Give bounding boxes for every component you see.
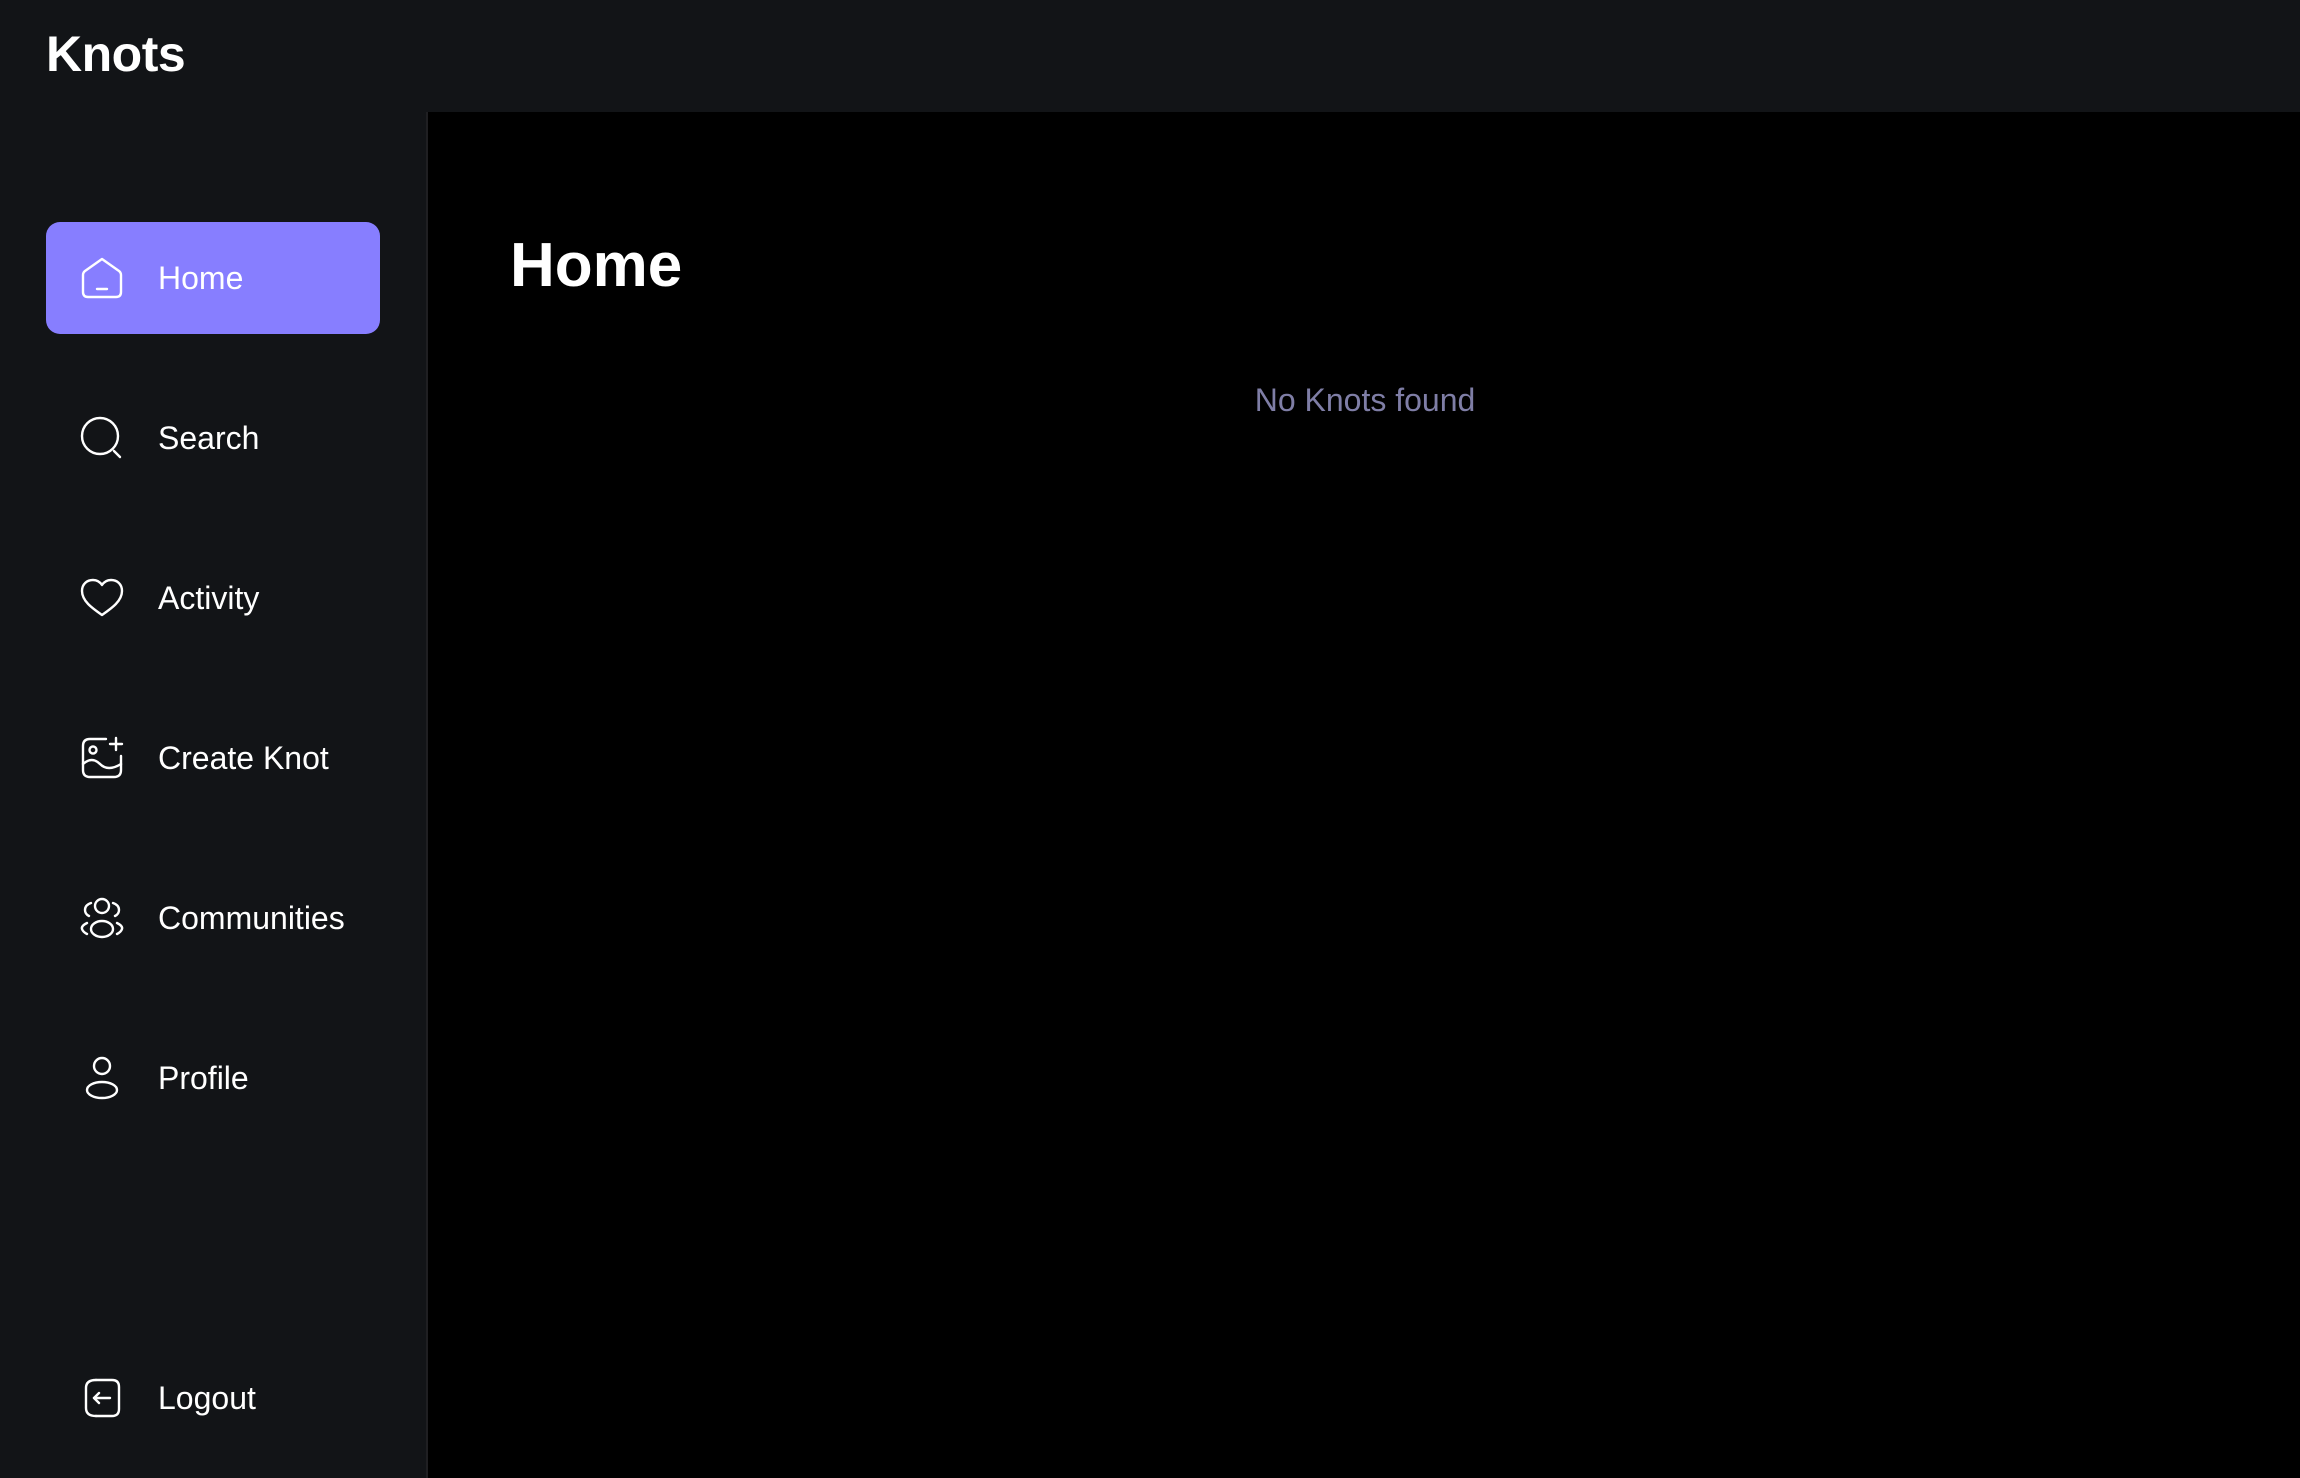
sidebar-item-home[interactable]: Home <box>46 222 380 334</box>
main-content: Home No Knots found <box>430 112 2300 1478</box>
sidebar-item-search[interactable]: Search <box>46 382 380 494</box>
logout-icon <box>78 1374 126 1422</box>
sidebar-item-profile[interactable]: Profile <box>46 1022 380 1134</box>
app-logo[interactable]: Knots <box>46 24 186 84</box>
sidebar-item-label: Profile <box>158 1060 249 1096</box>
sidebar-item-label: Logout <box>158 1380 256 1416</box>
sidebar-item-label: Activity <box>158 580 260 616</box>
sidebar-item-label: Home <box>158 260 244 296</box>
home-icon <box>78 254 126 302</box>
left-sidebar: Home Search Activity Create Knot Communi… <box>0 112 428 1478</box>
sidebar-item-create-knot[interactable]: Create Knot <box>46 702 380 814</box>
search-icon <box>78 414 126 462</box>
sidebar-item-label: Search <box>158 420 260 456</box>
top-bar: Knots <box>0 0 2300 112</box>
sidebar-item-label: Communities <box>158 900 345 936</box>
users-icon <box>78 894 126 942</box>
sidebar-item-activity[interactable]: Activity <box>46 542 380 654</box>
user-icon <box>78 1054 126 1102</box>
empty-state-message: No Knots found <box>1254 382 1476 418</box>
page-title: Home <box>510 231 683 300</box>
image-plus-icon <box>78 734 126 782</box>
sidebar-item-logout[interactable]: Logout <box>46 1342 380 1454</box>
heart-icon <box>78 574 126 622</box>
sidebar-item-label: Create Knot <box>158 740 329 776</box>
sidebar-item-communities[interactable]: Communities <box>46 862 380 974</box>
